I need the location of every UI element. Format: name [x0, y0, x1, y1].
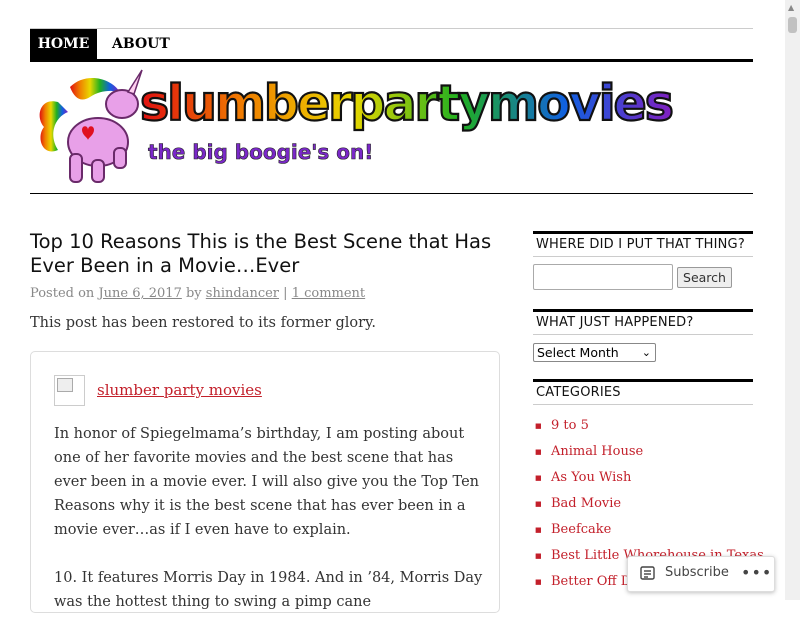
site-tagline: the big boogie's on! [148, 140, 373, 164]
search-input[interactable] [533, 264, 673, 290]
header-divider [30, 193, 753, 194]
main-navigation: HOME ABOUT [30, 28, 753, 62]
post-date-link[interactable]: June 6, 2017 [98, 286, 181, 301]
comments-link[interactable]: 1 comment [292, 286, 365, 301]
embed-paragraph: In honor of Spiegelmama’s birthday, I am… [54, 426, 480, 538]
more-options-icon[interactable]: ••• [741, 563, 772, 582]
scroll-up-arrow-icon[interactable]: ▲ [788, 3, 794, 12]
post-title[interactable]: Top 10 Reasons This is the Best Scene th… [30, 230, 500, 278]
category-link[interactable]: Bad Movie [551, 496, 621, 511]
category-link[interactable]: Animal House [551, 444, 643, 459]
archive-month-select[interactable]: Select Month ⌄ [533, 343, 656, 362]
embedded-post-card: slumber party movies In honor of Spiegel… [30, 351, 500, 613]
search-widget-title: WHERE DID I PUT THAT THING? [533, 231, 753, 257]
category-link[interactable]: As You Wish [551, 470, 631, 485]
post-meta: Posted on June 6, 2017 by shindancer | 1… [30, 286, 365, 301]
nav-home-link[interactable]: HOME [30, 29, 97, 59]
site-header-banner[interactable]: slumberpartymovies the big boogie's on! [30, 62, 753, 192]
post-intro-text: This post has been restored to its forme… [30, 315, 376, 331]
archive-select-value: Select Month [537, 345, 619, 360]
embed-site-link[interactable]: slumber party movies [97, 381, 262, 399]
category-item: 9 to 5 [533, 417, 764, 443]
category-item: Bad Movie [533, 495, 764, 521]
categories-widget-title: CATEGORIES [533, 379, 753, 405]
broken-image-icon[interactable] [54, 375, 85, 406]
nav-about-link[interactable]: ABOUT [112, 29, 170, 59]
category-item: Beefcake [533, 521, 764, 547]
archive-widget-title: WHAT JUST HAPPENED? [533, 309, 753, 335]
embed-paragraph: 10. It features Morris Day in 1984. And … [54, 570, 483, 610]
subscribe-button[interactable]: Subscribe [665, 565, 729, 580]
reader-icon[interactable] [640, 566, 655, 580]
meta-prefix: Posted on [30, 286, 95, 301]
chevron-down-icon: ⌄ [641, 346, 651, 359]
scrollbar-thumb[interactable] [788, 17, 797, 33]
category-link[interactable]: Beefcake [551, 522, 611, 537]
meta-by: by [185, 286, 202, 301]
unicorn-logo-image: slumberpartymovies the big boogie's on! [39, 69, 675, 183]
author-link[interactable]: shindancer [206, 286, 279, 301]
meta-separator: | [283, 286, 288, 301]
embed-body: In honor of Spiegelmama’s birthday, I am… [54, 422, 484, 638]
category-item: Animal House [533, 443, 764, 469]
scrollbar[interactable]: ▲ [785, 0, 800, 600]
category-link[interactable]: 9 to 5 [551, 418, 589, 433]
category-item: As You Wish [533, 469, 764, 495]
site-logo-text: slumberpartymovies [140, 75, 672, 132]
search-button[interactable]: Search [677, 267, 732, 288]
subscribe-bar: Subscribe ••• [627, 556, 775, 592]
